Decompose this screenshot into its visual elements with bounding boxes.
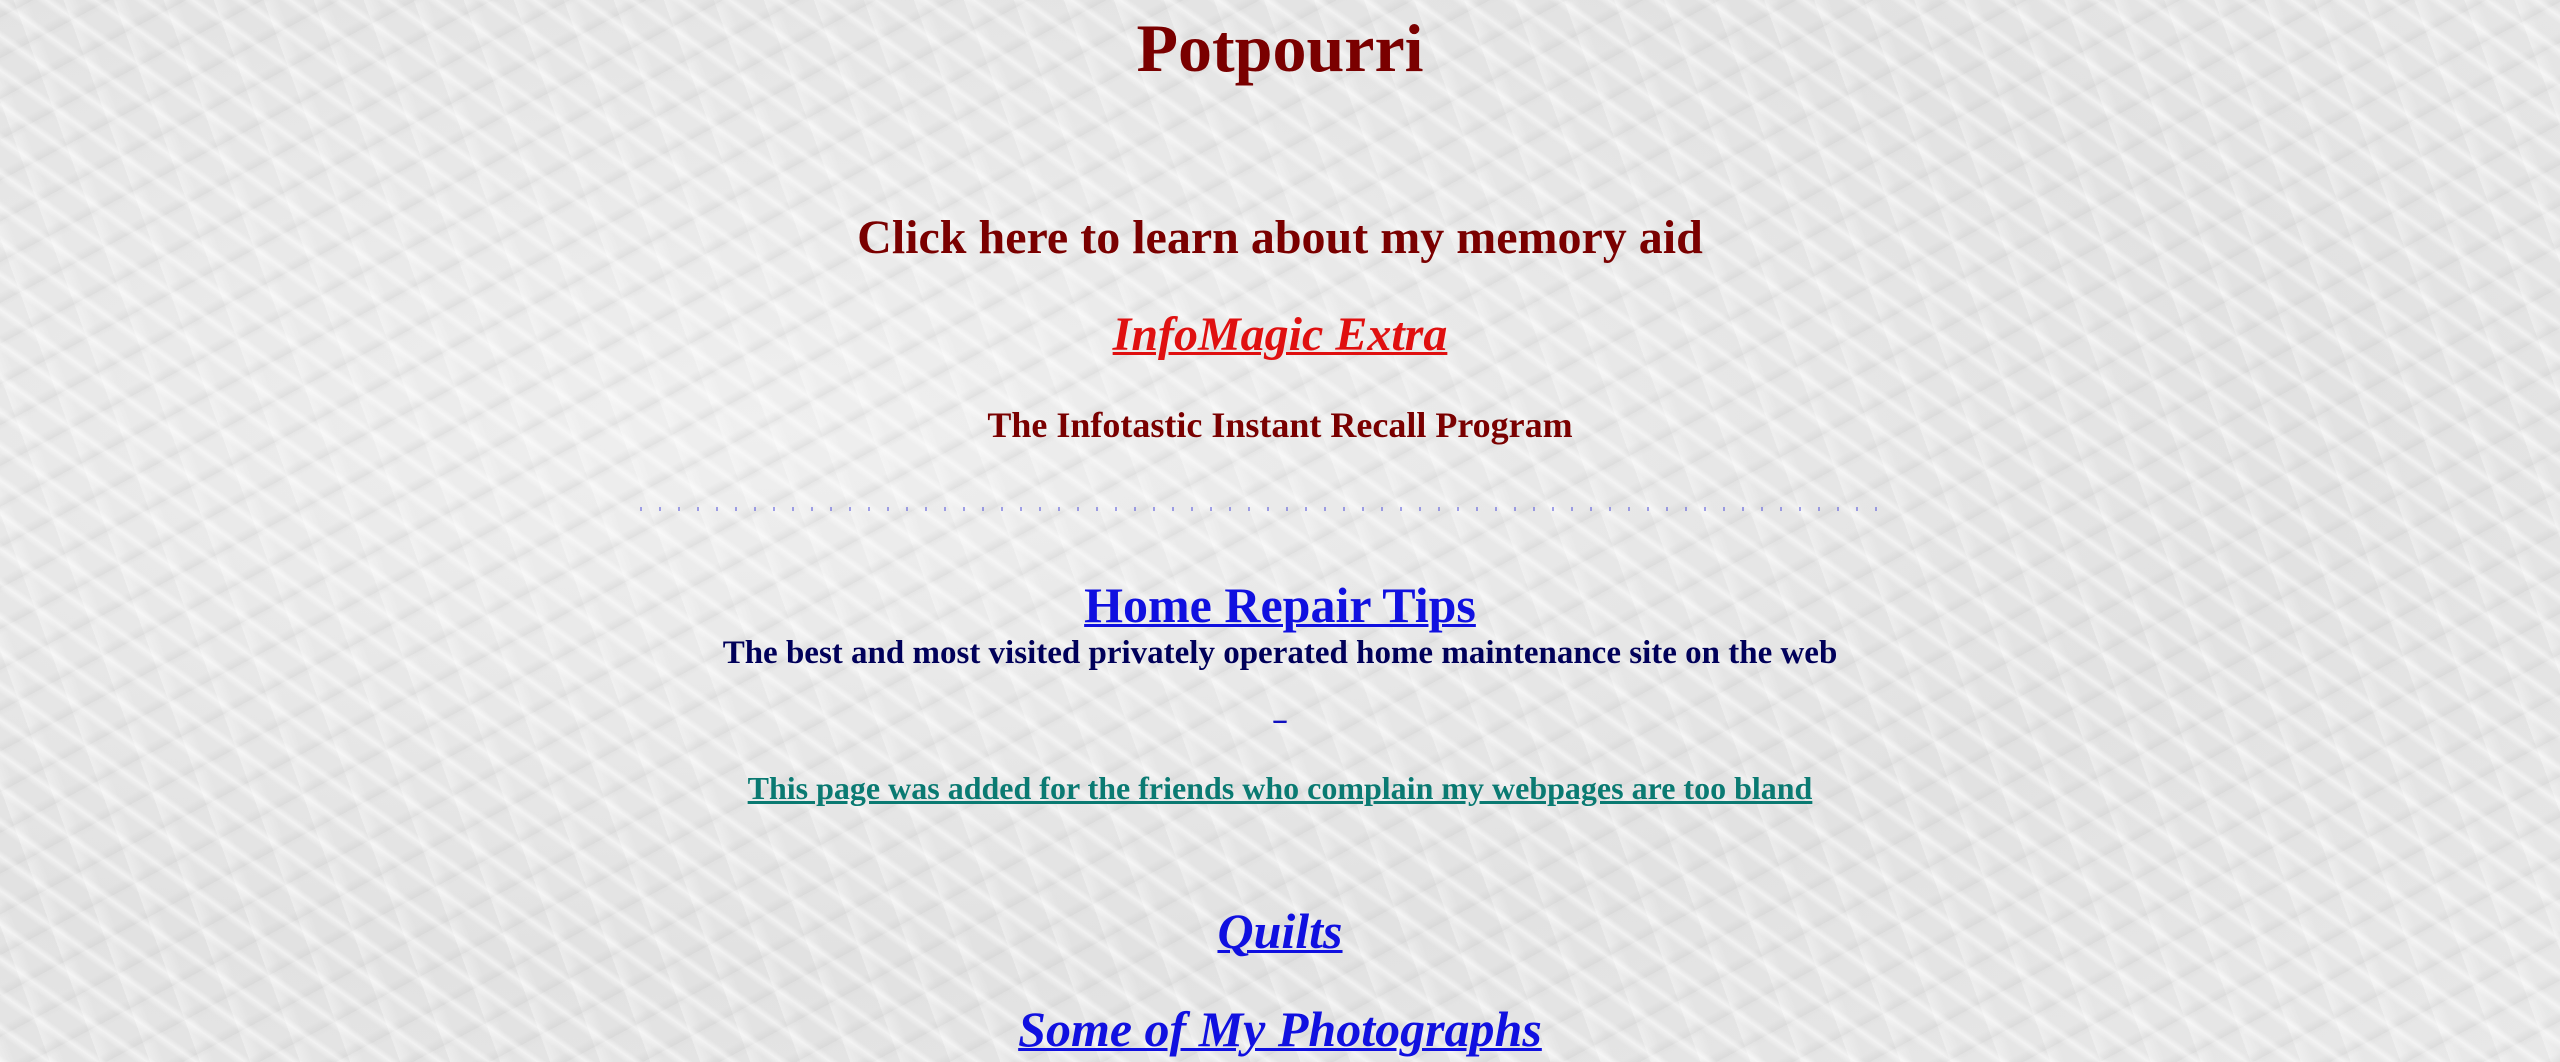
bland-note-container: This page was added for the friends who …	[0, 767, 2560, 809]
page-title: Potpourri	[1136, 10, 1424, 86]
dotted-divider	[640, 507, 1890, 511]
photographs-link[interactable]: Some of My Photographs	[1018, 1001, 1542, 1057]
home-repair-tips-link[interactable]: Home Repair Tips	[1084, 577, 1476, 633]
photographs-container: Some of My Photographs	[0, 998, 2560, 1060]
infomagic-container: InfoMagic Extra	[0, 304, 2560, 366]
home-repair-description: The best and most visited privately oper…	[722, 635, 1838, 671]
home-repair-container: Home Repair Tips	[0, 574, 2560, 636]
memory-aid-heading: Click here to learn about my memory aid	[857, 211, 1703, 264]
tiny-link[interactable]: _	[1274, 696, 1287, 725]
quilts-container: Quilts	[0, 900, 2560, 962]
infomagic-extra-link[interactable]: InfoMagic Extra	[1113, 308, 1448, 361]
infomagic-subtitle: The Infotastic Instant Recall Program	[987, 405, 1573, 445]
tiny-link-container: _	[0, 694, 2560, 728]
bland-note-link[interactable]: This page was added for the friends who …	[748, 770, 1813, 806]
quilts-link[interactable]: Quilts	[1217, 903, 1342, 959]
